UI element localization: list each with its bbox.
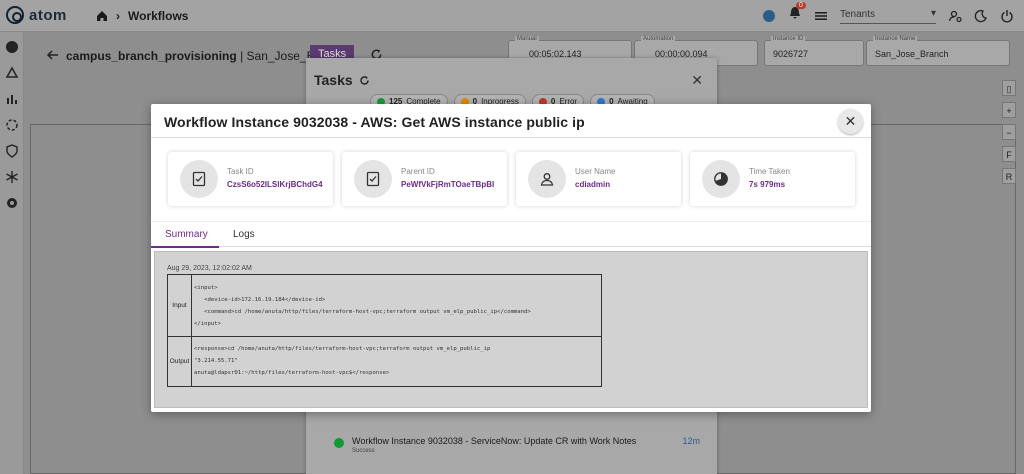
app-logo[interactable]: atom	[6, 6, 67, 24]
user-name-card: User Name cdiadmin	[516, 152, 681, 206]
devices-icon[interactable]	[5, 66, 19, 80]
zoom-out-button[interactable]: −	[1002, 124, 1016, 140]
instance-id-label: Instance ID	[771, 36, 806, 42]
tasks-close-icon[interactable]: ✕	[691, 72, 703, 89]
summary-date: Aug 29, 2023, 12:02:02 AM	[167, 265, 252, 272]
output-row: Output <response>cd /home/anuta/http/fil…	[168, 337, 601, 386]
instance-name-label: Instance Name	[873, 36, 918, 42]
instance-name-value: San_Jose_Branch	[875, 49, 949, 59]
chat-bot-icon[interactable]	[762, 9, 776, 23]
dashboard-icon[interactable]	[5, 40, 19, 54]
chevron-right-icon: ›	[116, 9, 120, 23]
time-taken-label: Time Taken	[749, 167, 790, 176]
tab-summary[interactable]: Summary	[165, 229, 208, 240]
task-item-status: Success	[352, 448, 375, 454]
task-id-value: CzsS6o52ILSlKrjBChdG4	[227, 180, 323, 189]
breadcrumb-workflows[interactable]: Workflows	[128, 9, 188, 23]
refresh-icon[interactable]	[359, 75, 370, 86]
summary-panel: Aug 29, 2023, 12:02:02 AM Input <input> …	[154, 251, 868, 408]
manual-label: Manual	[515, 36, 539, 42]
active-tab-indicator	[151, 246, 219, 248]
back-arrow-icon[interactable]	[46, 48, 60, 62]
parent-id-label: Parent ID	[401, 167, 435, 176]
input-text: <input> <device-id>172.16.19.184</device…	[194, 285, 531, 327]
breadcrumb: › Workflows	[96, 9, 188, 23]
top-right-controls: 0 Tenants	[762, 2, 1014, 25]
tasks-panel-title: Tasks	[314, 72, 370, 88]
instance-id-field: Instance ID 9026727	[764, 36, 864, 66]
tasks-title-text: Tasks	[314, 72, 353, 88]
output-text: <response>cd /home/anuta/http/files/terr…	[194, 346, 491, 376]
task-id-label: Task ID	[227, 167, 254, 176]
task-check-icon	[180, 160, 218, 198]
title-separator: |	[240, 49, 244, 63]
task-item-title: Workflow Instance 9032038 - ServiceNow: …	[352, 436, 637, 446]
input-row: Input <input> <device-id>172.16.19.184</…	[168, 275, 601, 337]
io-table: Input <input> <device-id>172.16.19.184</…	[167, 274, 602, 387]
automation-label: Automation	[641, 36, 676, 42]
workflow-name: campus_branch_provisioning	[66, 49, 237, 63]
task-id-card: Task ID CzsS6o52ILSlKrjBChdG4	[168, 152, 333, 206]
task-check-icon	[354, 160, 392, 198]
info-cards: Task ID CzsS6o52ILSlKrjBChdG4 Parent ID …	[168, 152, 855, 206]
workflow-title: campus_branch_provisioning | San_Jose_Br…	[66, 49, 345, 63]
input-label: Input	[168, 275, 192, 336]
side-nav	[0, 32, 24, 474]
notifications[interactable]: 0	[788, 2, 806, 25]
time-taken-value: 7s 979ms	[749, 180, 786, 189]
fit-button[interactable]: F	[1002, 146, 1016, 162]
canvas-tools: ▯ + − F R	[1002, 80, 1016, 190]
user-settings-icon[interactable]	[948, 9, 962, 23]
workflow-icon[interactable]	[5, 118, 19, 132]
list-menu-icon[interactable]	[814, 9, 828, 23]
instance-id-value: 9026727	[773, 49, 809, 59]
top-bar: atom › Workflows 0 Tenants	[0, 0, 1024, 32]
user-name-label: User Name	[575, 167, 616, 176]
timer-icon	[702, 160, 740, 198]
instance-name-field: Instance Name San_Jose_Branch	[866, 36, 1010, 66]
tenant-select[interactable]: Tenants	[840, 7, 936, 24]
notification-badge: 0	[796, 2, 806, 9]
time-taken-card: Time Taken 7s 979ms	[690, 152, 855, 206]
user-name-value: cdiadmin	[575, 180, 611, 189]
shield-icon[interactable]	[5, 144, 19, 158]
task-detail-modal: Workflow Instance 9032038 - AWS: Get AWS…	[151, 104, 871, 412]
zoom-in-button[interactable]: +	[1002, 102, 1016, 118]
home-icon[interactable]	[96, 10, 108, 22]
close-icon[interactable]: ✕	[838, 109, 863, 134]
task-item-time: 12m	[682, 436, 700, 446]
dark-mode-icon[interactable]	[974, 9, 988, 23]
reset-button[interactable]: R	[1002, 168, 1016, 184]
success-status-icon	[334, 438, 344, 448]
analytics-icon[interactable]	[5, 92, 19, 106]
detail-tabs: Summary Logs	[151, 221, 871, 248]
tab-logs[interactable]: Logs	[233, 229, 255, 240]
snowflake-icon[interactable]	[5, 170, 19, 184]
output-label: Output	[168, 337, 192, 386]
parent-id-value: PeWfVkFjRmTOaeTBpBI	[401, 180, 495, 189]
logo-text: atom	[29, 6, 67, 24]
map-icon[interactable]: ▯	[1002, 80, 1016, 96]
parent-id-card: Parent ID PeWfVkFjRmTOaeTBpBI	[342, 152, 507, 206]
modal-title: Workflow Instance 9032038 - AWS: Get AWS…	[164, 114, 585, 130]
user-icon	[528, 160, 566, 198]
power-icon[interactable]	[1000, 9, 1014, 23]
modal-header: Workflow Instance 9032038 - AWS: Get AWS…	[151, 104, 871, 138]
gear-icon[interactable]	[5, 196, 19, 210]
atom-logo-icon	[6, 6, 24, 24]
